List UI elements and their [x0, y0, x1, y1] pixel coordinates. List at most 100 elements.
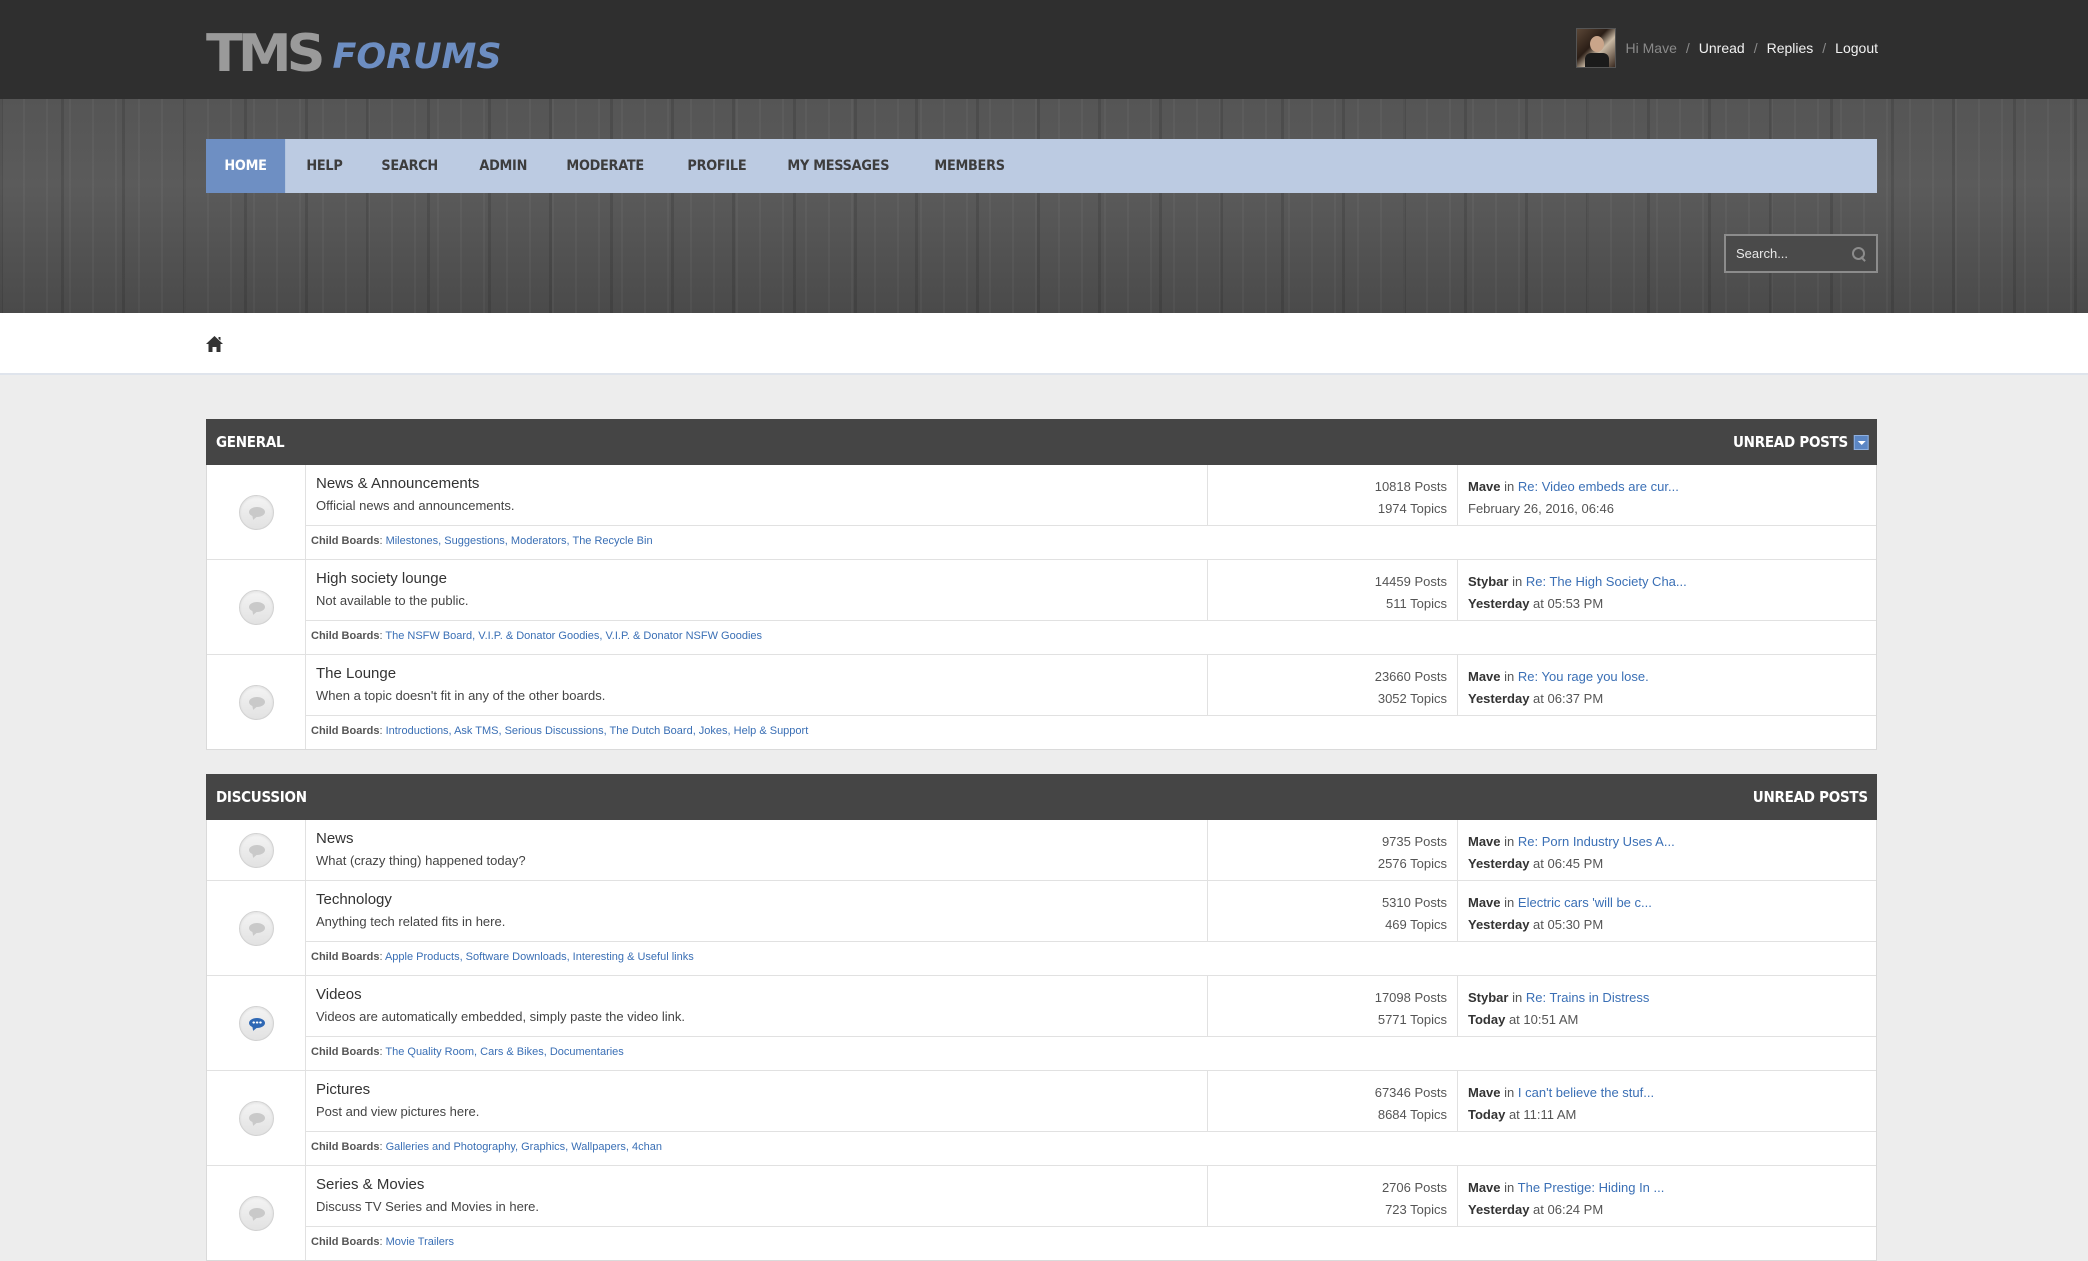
last-post-user[interactable]: Stybar — [1468, 990, 1508, 1005]
last-post-topic[interactable]: Re: You rage you lose. — [1518, 669, 1649, 684]
topic-count: 723 Topics — [1385, 1202, 1447, 1217]
post-count: 2706 Posts — [1381, 1180, 1447, 1195]
last-post-date: Today at 10:51 AM — [1468, 1012, 1579, 1027]
replies-link[interactable]: Replies — [1767, 40, 1814, 56]
nav-admin[interactable]: ADMIN — [461, 139, 545, 193]
nav-help[interactable]: HELP — [288, 139, 361, 193]
board-list: News & Announcements Official news and an… — [206, 465, 1877, 750]
last-post-user[interactable]: Mave — [1468, 895, 1501, 910]
board-name[interactable]: Series & Movies — [316, 1176, 1197, 1193]
search-icon[interactable] — [1852, 246, 1866, 261]
board-name[interactable]: News & Announcements — [316, 475, 1197, 492]
child-board-links[interactable]: Milestones, Suggestions, Moderators, The… — [386, 535, 653, 547]
board-description: Anything tech related fits in here. — [316, 914, 506, 929]
child-board-links[interactable]: Galleries and Photography, Graphics, Wal… — [386, 1141, 662, 1153]
board-stats: 9735 Posts 2576 Topics — [1208, 820, 1458, 880]
post-count: 17098 Posts — [1374, 990, 1447, 1005]
child-boards: Child Boards: Introductions, Ask TMS, Se… — [306, 715, 1876, 749]
no-new-posts-icon — [238, 910, 274, 946]
board-name[interactable]: Pictures — [316, 1081, 1197, 1098]
post-count: 9735 Posts — [1381, 834, 1447, 849]
post-count: 23660 Posts — [1374, 669, 1447, 684]
search-input[interactable] — [1736, 246, 1852, 261]
last-post-date: Yesterday at 06:24 PM — [1468, 1202, 1604, 1217]
home-icon[interactable] — [206, 336, 223, 352]
last-post-topic[interactable]: The Prestige: Hiding In ... — [1518, 1180, 1665, 1195]
avatar[interactable] — [1575, 28, 1616, 68]
board-stats: 14459 Posts 511 Topics — [1208, 560, 1458, 620]
board-description: Official news and announcements. — [316, 498, 515, 513]
child-board-links[interactable]: Apple Products, Software Downloads, Inte… — [385, 951, 694, 963]
board-description: Post and view pictures here. — [316, 1104, 480, 1119]
last-post: Mave in I can't believe the stuf... Today… — [1458, 1071, 1876, 1131]
board-row: Videos Videos are automatically embedded,… — [207, 976, 1876, 1071]
board-name[interactable]: High society lounge — [316, 570, 1197, 587]
nav-search[interactable]: SEARCH — [363, 139, 456, 193]
user-nav: Hi Mave / Unread / Replies / Logout — [1575, 28, 1878, 68]
child-boards: Child Boards: Movie Trailers — [306, 1226, 1876, 1260]
last-post: Mave in The Prestige: Hiding In ... Yeste… — [1458, 1166, 1876, 1226]
board-row: Series & Movies Discuss TV Series and Mov… — [207, 1166, 1876, 1260]
post-count: 67346 Posts — [1374, 1085, 1447, 1100]
banner: HOME HELP SEARCH ADMIN MODERATE PROFILE … — [0, 99, 2088, 313]
main-nav: HOME HELP SEARCH ADMIN MODERATE PROFILE … — [206, 139, 1877, 193]
board-description: Discuss TV Series and Movies in here. — [316, 1199, 540, 1214]
topic-count: 469 Topics — [1385, 917, 1447, 932]
last-post-user[interactable]: Mave — [1468, 669, 1501, 684]
board-stats: 17098 Posts 5771 Topics — [1208, 976, 1458, 1036]
child-board-links[interactable]: The Quality Room, Cars & Bikes, Document… — [385, 1046, 623, 1058]
unread-link[interactable]: Unread — [1699, 40, 1745, 56]
topic-count: 3052 Topics — [1377, 691, 1447, 706]
child-boards: Child Boards: Galleries and Photography,… — [306, 1131, 1876, 1165]
last-post-topic[interactable]: Electric cars 'will be c... — [1518, 895, 1652, 910]
unread-posts-link[interactable]: UNREAD POSTS — [1733, 433, 1848, 451]
nav-moderate[interactable]: MODERATE — [548, 139, 662, 193]
nav-profile[interactable]: PROFILE — [669, 139, 765, 193]
last-post-user[interactable]: Mave — [1468, 479, 1501, 494]
no-new-posts-icon — [238, 684, 274, 720]
logo-primary: TMS — [206, 23, 325, 84]
last-post-user[interactable]: Mave — [1468, 834, 1501, 849]
category-header: GENERAL UNREAD POSTS — [206, 419, 1877, 465]
nav-my-messages[interactable]: MY MESSAGES — [769, 139, 908, 193]
board-name[interactable]: Technology — [316, 891, 1197, 908]
board-row: High society lounge Not available to the … — [207, 560, 1876, 655]
last-post-date: Yesterday at 05:53 PM — [1468, 596, 1604, 611]
greeting: Hi Mave — [1625, 40, 1677, 56]
category-title[interactable]: GENERAL — [216, 433, 285, 451]
child-board-links[interactable]: Movie Trailers — [386, 1236, 454, 1248]
child-board-links[interactable]: The NSFW Board, V.I.P. & Donator Goodies… — [385, 630, 762, 642]
nav-home[interactable]: HOME — [206, 139, 286, 193]
last-post-topic[interactable]: Re: The High Society Cha... — [1526, 574, 1687, 589]
site-logo[interactable]: TMS FORUMS — [206, 23, 502, 84]
last-post-user[interactable]: Stybar — [1468, 574, 1508, 589]
board-name[interactable]: Videos — [316, 986, 1197, 1003]
last-post-topic[interactable]: Re: Porn Industry Uses A... — [1518, 834, 1675, 849]
nav-members[interactable]: MEMBERS — [916, 139, 1023, 193]
last-post-topic[interactable]: Re: Trains in Distress — [1526, 990, 1650, 1005]
category-title[interactable]: DISCUSSION — [216, 788, 307, 806]
child-board-links[interactable]: Introductions, Ask TMS, Serious Discussi… — [386, 725, 809, 737]
last-post: Stybar in Re: The High Society Cha... Yes… — [1458, 560, 1876, 620]
topic-count: 8684 Topics — [1377, 1107, 1447, 1122]
top-header: TMS FORUMS Hi Mave / Unread / Replies / … — [0, 0, 2088, 99]
child-boards: Child Boards: Apple Products, Software D… — [306, 941, 1876, 975]
logo-secondary: FORUMS — [332, 37, 502, 77]
last-post-date: Yesterday at 06:37 PM — [1468, 691, 1604, 706]
post-count: 14459 Posts — [1374, 574, 1447, 589]
topic-count: 2576 Topics — [1377, 856, 1447, 871]
board-stats: 2706 Posts 723 Topics — [1208, 1166, 1458, 1226]
last-post-topic[interactable]: I can't believe the stuf... — [1518, 1085, 1654, 1100]
no-new-posts-icon — [238, 832, 274, 868]
topic-count: 5771 Topics — [1377, 1012, 1447, 1027]
last-post-topic[interactable]: Re: Video embeds are cur... — [1518, 479, 1679, 494]
collapse-icon[interactable] — [1853, 434, 1869, 450]
board-name[interactable]: News — [316, 830, 1197, 847]
last-post: Stybar in Re: Trains in Distress Today at… — [1458, 976, 1876, 1036]
board-name[interactable]: The Lounge — [316, 665, 1197, 682]
last-post-user[interactable]: Mave — [1468, 1085, 1501, 1100]
logout-link[interactable]: Logout — [1835, 40, 1878, 56]
last-post-user[interactable]: Mave — [1468, 1180, 1501, 1195]
unread-posts-link[interactable]: UNREAD POSTS — [1753, 788, 1868, 806]
last-post: Mave in Re: Video embeds are cur... Febru… — [1458, 465, 1876, 525]
